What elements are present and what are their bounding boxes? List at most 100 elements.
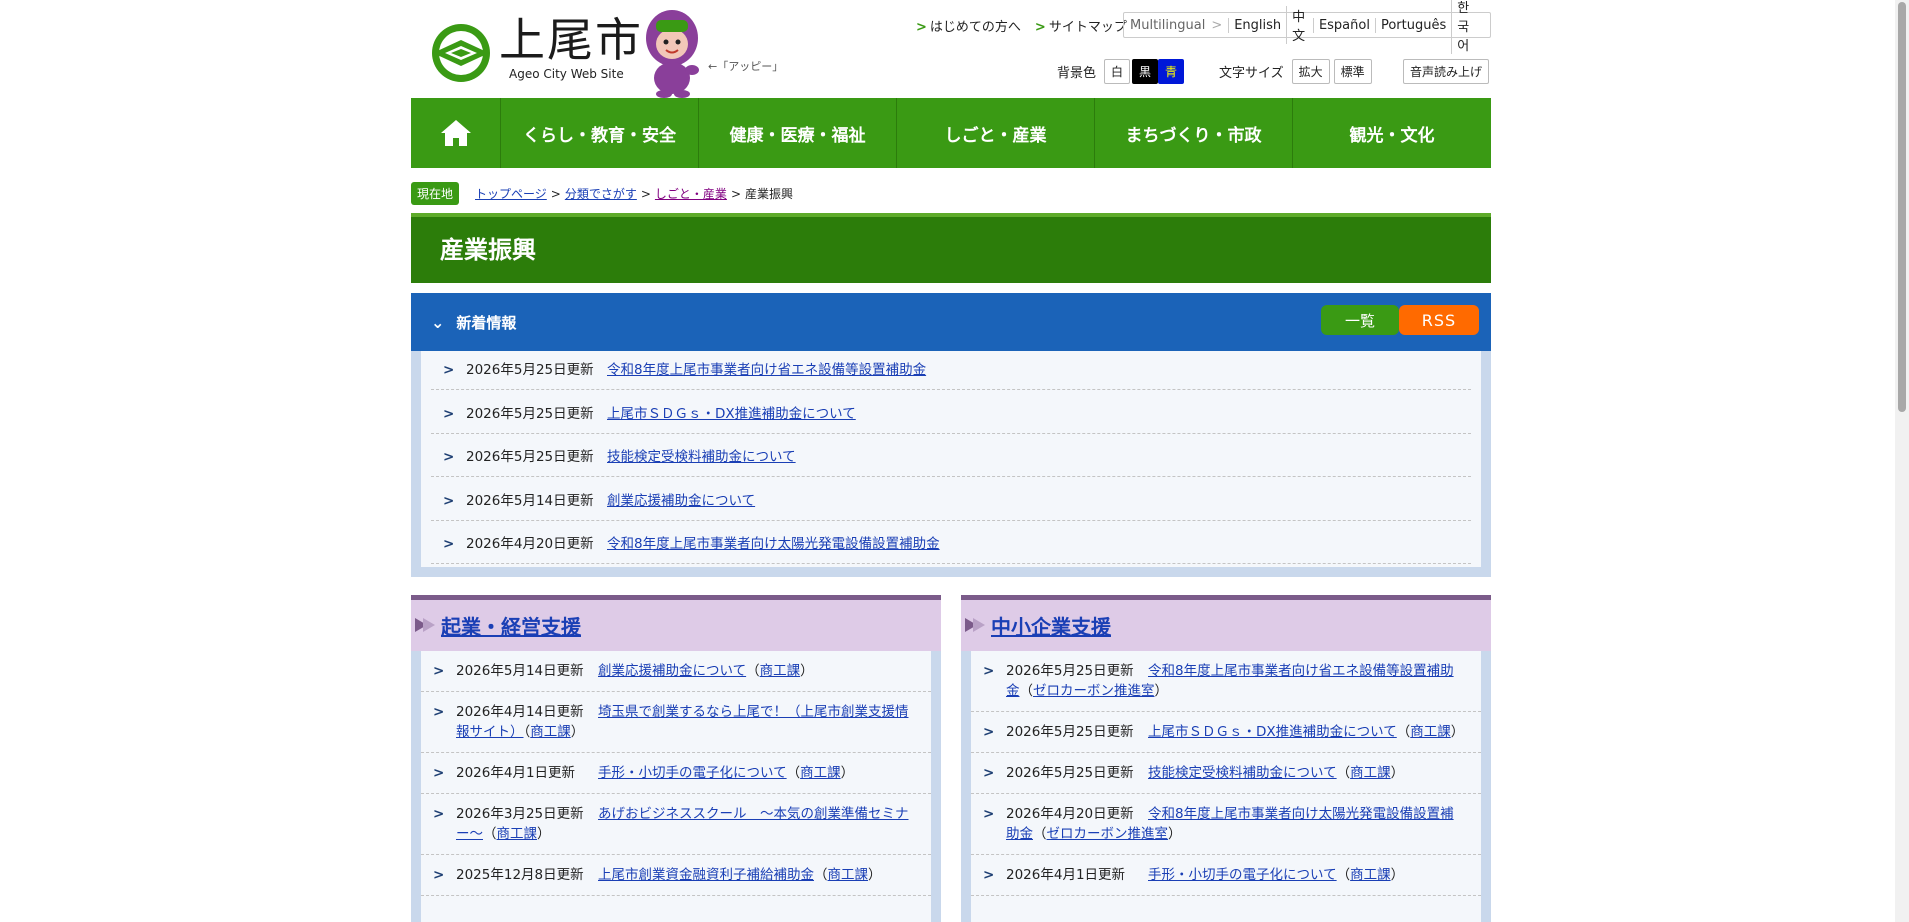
page-title: 産業振興 xyxy=(411,213,1491,283)
breadcrumb-top[interactable]: トップページ xyxy=(475,185,547,202)
link-first-time[interactable]: > はじめての方へ xyxy=(916,16,1021,35)
list-item: > 2026年5月14日更新 創業応援補助金について（商工課） xyxy=(421,651,931,692)
chevron-right-icon: > xyxy=(983,663,995,679)
lang-korean[interactable]: 한국어 xyxy=(1451,0,1484,54)
double-chevron-icon xyxy=(965,618,985,632)
startup-support-title[interactable]: 起業・経営支援 xyxy=(441,611,581,640)
lang-english[interactable]: English xyxy=(1228,17,1286,33)
nav-home[interactable] xyxy=(411,98,501,168)
bg-white-button[interactable]: 白 xyxy=(1104,59,1131,84)
dept-link[interactable]: 商工課 xyxy=(1410,724,1451,740)
chevron-right-icon: > xyxy=(433,806,445,822)
news-title: 新着情報 xyxy=(456,313,517,332)
chevron-right-icon: > xyxy=(983,765,995,781)
list-item: > 2026年5月25日更新 令和8年度上尾市事業者向け省エネ設備等設置補助金 xyxy=(431,351,1471,390)
site-subtitle: Ageo City Web Site xyxy=(509,67,624,81)
chevron-right-icon: > xyxy=(1211,17,1223,33)
item-link[interactable]: 創業応援補助金について xyxy=(598,663,746,679)
font-size-tools: 文字サイズ 拡大 標準 xyxy=(1219,59,1372,84)
news-link[interactable]: 創業応援補助金について xyxy=(607,491,1463,511)
lang-chinese[interactable]: 中文 xyxy=(1286,6,1313,44)
chevron-right-icon: > xyxy=(433,704,445,720)
chevron-right-icon: > xyxy=(443,406,455,422)
site-title[interactable]: 上尾市 xyxy=(499,14,643,66)
link-sitemap[interactable]: > サイトマップ xyxy=(1035,16,1127,35)
list-item: > 2026年3月25日更新 あげおビジネススクール ～本気の創業準備セミナー～（… xyxy=(421,794,931,855)
chevron-right-icon: > xyxy=(433,663,445,679)
list-item: > 2026年5月25日更新 技能検定受検料補助金について xyxy=(431,434,1471,477)
dept-link[interactable]: 商工課 xyxy=(828,867,869,883)
chevron-right-icon: > xyxy=(983,806,995,822)
chevron-right-icon: > xyxy=(983,724,995,740)
list-item: > 2026年5月25日更新 令和8年度上尾市事業者向け省エネ設備等設置補助金（ゼ… xyxy=(971,651,1481,712)
dept-link[interactable]: 商工課 xyxy=(1350,867,1391,883)
scrollbar[interactable] xyxy=(1895,0,1909,922)
news-list: > 2026年5月25日更新 令和8年度上尾市事業者向け省エネ設備等設置補助金 … xyxy=(421,351,1481,567)
nav-life[interactable]: くらし・教育・安全 xyxy=(501,98,699,168)
lang-portuguese[interactable]: Português xyxy=(1374,17,1451,33)
news-section: ⌄ 新着情報 一覧 RSS > 2026年5月25日更新 令和8年度上尾市事業者… xyxy=(411,293,1491,577)
nav-work[interactable]: しごと・産業 xyxy=(897,98,1095,168)
chevron-right-icon: > xyxy=(443,536,455,552)
item-link[interactable]: 上尾市創業資金融資利子補給補助金 xyxy=(598,867,814,883)
bg-blue-button[interactable]: 青 xyxy=(1158,59,1185,84)
mascot-label: ←「アッピー」 xyxy=(708,60,784,73)
breadcrumb-work[interactable]: しごと・産業 xyxy=(655,185,727,202)
list-item: > 2026年4月1日更新 手形・小切手の電子化について（商工課） xyxy=(971,855,1481,896)
dept-link[interactable]: ゼロカーボン推進室 xyxy=(1033,683,1155,699)
rss-button[interactable]: RSS xyxy=(1399,305,1479,335)
chevron-right-icon: > xyxy=(983,867,995,883)
startup-support-list: > 2026年5月14日更新 創業応援補助金について（商工課） > 2026年4月… xyxy=(421,651,931,922)
breadcrumb-category[interactable]: 分類でさがす xyxy=(565,185,637,202)
dept-link[interactable]: 商工課 xyxy=(497,826,538,842)
dept-link[interactable]: 商工課 xyxy=(1350,765,1391,781)
chevron-down-icon: ⌄ xyxy=(431,312,445,332)
scrollbar-thumb[interactable] xyxy=(1898,2,1906,412)
multilingual-label: Multilingual xyxy=(1130,17,1206,33)
chevron-right-icon: > xyxy=(443,449,455,465)
chevron-right-icon: > xyxy=(443,362,455,378)
font-size-label: 文字サイズ xyxy=(1219,66,1284,81)
sme-support-header: 中小企業支援 xyxy=(961,595,1491,651)
news-link[interactable]: 令和8年度上尾市事業者向け太陽光発電設備設置補助金 xyxy=(607,534,1463,554)
sme-support-title[interactable]: 中小企業支援 xyxy=(991,611,1111,640)
list-item: > 2026年4月1日更新 手形・小切手の電子化について（商工課） xyxy=(421,753,931,794)
bg-black-button[interactable]: 黒 xyxy=(1132,59,1159,84)
list-item: > 2026年4月20日更新 令和8年度上尾市事業者向け太陽光発電設備設置補助金 xyxy=(431,521,1471,564)
font-standard-button[interactable]: 標準 xyxy=(1333,59,1372,84)
nav-culture[interactable]: 観光・文化 xyxy=(1293,98,1491,168)
font-enlarge-button[interactable]: 拡大 xyxy=(1291,59,1330,84)
news-link[interactable]: 技能検定受検料補助金について xyxy=(607,447,1463,467)
dept-link[interactable]: 商工課 xyxy=(800,765,841,781)
chevron-right-icon: > xyxy=(443,493,455,509)
language-switcher: Multilingual > English 中文 Español Portug… xyxy=(1123,0,1491,54)
news-link[interactable]: 上尾市ＳＤＧｓ・DX推進補助金について xyxy=(607,404,1463,424)
dept-link[interactable]: 商工課 xyxy=(760,663,801,679)
nav-health[interactable]: 健康・医療・福祉 xyxy=(699,98,897,168)
speech-tools: 音声読み上げ xyxy=(1399,59,1490,84)
item-link[interactable]: 手形・小切手の電子化について xyxy=(1148,867,1337,883)
list-item: > 2026年5月25日更新 上尾市ＳＤＧｓ・DX推進補助金について（商工課） xyxy=(971,712,1481,753)
list-item: > 2025年12月8日更新 上尾市創業資金融資利子補給補助金（商工課） xyxy=(421,855,931,896)
item-link[interactable]: 技能検定受検料補助金について xyxy=(1148,765,1337,781)
item-link[interactable]: 上尾市ＳＤＧｓ・DX推進補助金について xyxy=(1148,724,1397,740)
nav-city[interactable]: まちづくり・市政 xyxy=(1095,98,1293,168)
double-chevron-icon xyxy=(415,618,435,632)
home-icon xyxy=(440,120,471,146)
speech-button[interactable]: 音声読み上げ xyxy=(1403,59,1490,84)
bg-color-tools: 背景色 白 黒 青 xyxy=(1057,59,1185,84)
dept-link[interactable]: ゼロカーボン推進室 xyxy=(1047,826,1169,842)
list-item: > 2026年4月14日更新 埼玉県で創業するなら上尾で！（上尾市創業支援情報サイ… xyxy=(421,692,931,753)
chevron-right-icon: > xyxy=(433,765,445,781)
dept-link[interactable]: 商工課 xyxy=(530,724,571,740)
breadcrumb: 現在地 トップページ > 分類でさがす > しごと・産業 > 産業振興 xyxy=(411,182,793,205)
sme-support-list: > 2026年5月25日更新 令和8年度上尾市事業者向け省エネ設備等設置補助金（ゼ… xyxy=(971,651,1481,922)
item-link[interactable]: 手形・小切手の電子化について xyxy=(598,765,787,781)
city-logo-icon[interactable] xyxy=(425,22,505,84)
list-item: > 2026年5月14日更新 創業応援補助金について xyxy=(431,477,1471,521)
startup-support-header: 起業・経営支援 xyxy=(411,595,941,651)
sme-support-section: 中小企業支援 > 2026年5月25日更新 令和8年度上尾市事業者向け省エネ設備等… xyxy=(961,595,1491,922)
news-link[interactable]: 令和8年度上尾市事業者向け省エネ設備等設置補助金 xyxy=(607,360,1463,380)
lang-spanish[interactable]: Español xyxy=(1312,17,1375,33)
news-list-button[interactable]: 一覧 xyxy=(1321,305,1399,335)
